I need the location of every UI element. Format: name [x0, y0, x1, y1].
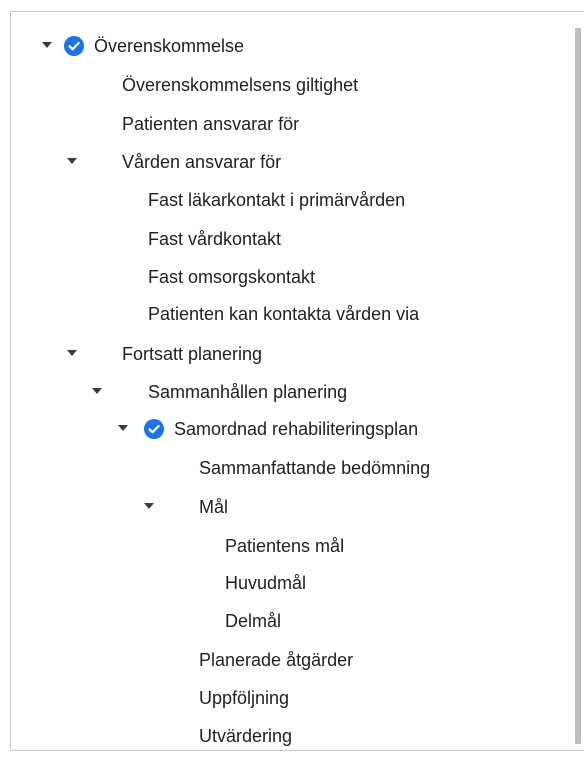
caret-down-icon[interactable] [67, 158, 77, 164]
tree-node-patienten-ansvarar-for[interactable]: Patienten ansvarar för [0, 110, 560, 140]
caret-down-icon[interactable] [42, 42, 52, 48]
tree-node-fast-omsorgskontakt[interactable]: Fast omsorgskontakt [0, 263, 560, 293]
tree-node-varden-ansvarar-for[interactable]: Vården ansvarar för [0, 148, 560, 178]
tree-node-label: Huvudmål [225, 573, 307, 593]
tree-node-label: Fast vårdkontakt [148, 229, 282, 249]
tree-node-fortsatt-planering[interactable]: Fortsatt planering [0, 340, 560, 370]
tree-node-patienten-kan-kontakta[interactable]: Patienten kan kontakta vården via [0, 300, 560, 330]
tree-node-patientens-mal[interactable]: Patientens mål [0, 532, 560, 562]
tree-node-mal[interactable]: Mål [0, 493, 560, 523]
tree-node-label: Utvärdering [199, 726, 293, 746]
tree-node-label: Delmål [225, 611, 282, 631]
tree-node-label: Fast omsorgskontakt [148, 267, 316, 287]
tree-node-label: Sammanfattande bedömning [199, 458, 431, 478]
tree-node-fast-vardkontakt[interactable]: Fast vårdkontakt [0, 225, 560, 255]
tree-node-label: Sammanhållen planering [148, 382, 348, 402]
scrollbar-thumb[interactable] [575, 28, 581, 744]
tree-node-label: Patientens mål [225, 536, 345, 556]
tree-node-utvardering[interactable]: Utvärdering [0, 722, 560, 752]
tree-node-overenskommelsens-giltighet[interactable]: Överenskommelsens giltighet [0, 71, 560, 101]
vertical-scrollbar[interactable] [575, 28, 581, 744]
caret-down-icon[interactable] [118, 425, 128, 431]
tree-node-huvudmal[interactable]: Huvudmål [0, 569, 560, 599]
caret-down-icon[interactable] [144, 503, 154, 509]
tree-node-uppfoljning[interactable]: Uppföljning [0, 684, 560, 714]
tree-node-label: Mål [199, 497, 229, 517]
tree-node-label: Patienten ansvarar för [122, 114, 300, 134]
tree-node-label: Fortsatt planering [122, 344, 263, 364]
tree-node-sammanhallen-planering[interactable]: Sammanhållen planering [0, 378, 560, 408]
tree-node-label: Patienten kan kontakta vården via [148, 304, 420, 324]
tree-node-label: Överenskommelse [94, 36, 245, 56]
caret-down-icon[interactable] [92, 388, 102, 394]
tree-node-samordnad-rehabiliteringsplan[interactable]: Samordnad rehabiliteringsplan [0, 415, 560, 445]
check-circle-icon [64, 36, 84, 56]
tree-node-label: Vården ansvarar för [122, 152, 282, 172]
tree-node-sammanfattande-bedomning[interactable]: Sammanfattande bedömning [0, 454, 560, 484]
tree-node-label: Uppföljning [199, 688, 290, 708]
tree-node-label: Samordnad rehabiliteringsplan [174, 419, 419, 439]
tree-node-label: Planerade åtgärder [199, 650, 354, 670]
tree-node-fast-lakarkontakt[interactable]: Fast läkarkontakt i primärvården [0, 186, 560, 216]
tree-node-label: Överenskommelsens giltighet [122, 75, 359, 95]
tree-node-delmal[interactable]: Delmål [0, 607, 560, 637]
tree-node-planerade-atgarder[interactable]: Planerade åtgärder [0, 646, 560, 676]
caret-down-icon[interactable] [67, 350, 77, 356]
tree-node-overenskommelse[interactable]: Överenskommelse [0, 32, 560, 62]
tree-node-label: Fast läkarkontakt i primärvården [148, 190, 406, 210]
check-circle-icon [144, 419, 164, 439]
